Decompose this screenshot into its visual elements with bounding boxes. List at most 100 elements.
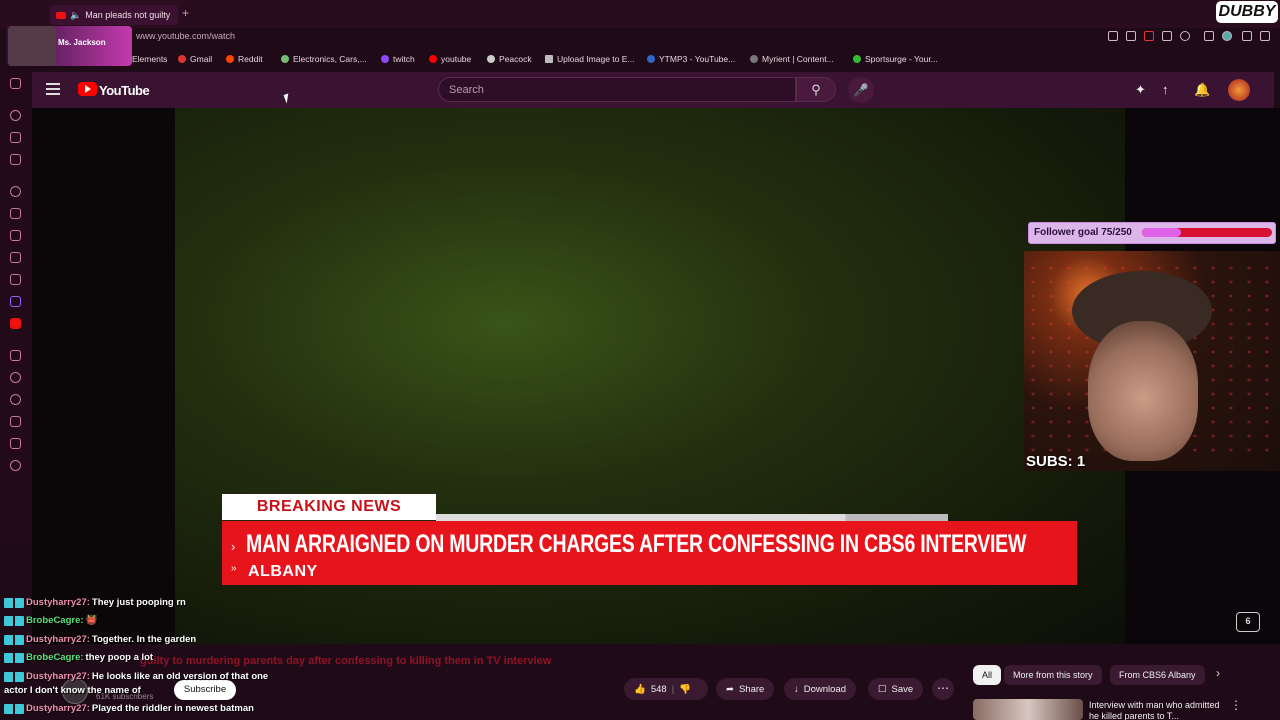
- tiktok-icon[interactable]: [10, 230, 21, 241]
- double-chevron-icon: »: [231, 563, 237, 574]
- chat-message: actor I don't know the name of: [4, 685, 141, 696]
- pocket-icon[interactable]: [1144, 31, 1154, 41]
- bookmark-label: Electronics, Cars,...: [293, 54, 367, 64]
- chat-username: Dustyharry27:: [26, 703, 90, 714]
- chat-message: Dustyharry27: Together. In the garden: [4, 634, 196, 645]
- bookmark-elements[interactable]: Elements: [132, 54, 167, 64]
- voice-search-button[interactable]: 🎤: [848, 77, 874, 103]
- address-bar[interactable]: www.youtube.com/watch: [136, 31, 235, 41]
- subscribe-button[interactable]: Subscribe: [174, 680, 236, 700]
- bookmark-gmail[interactable]: Gmail: [178, 54, 212, 64]
- bookmark-icon: [281, 55, 289, 63]
- account-avatar[interactable]: [1228, 79, 1250, 101]
- twitch-sidebar-icon[interactable]: [10, 208, 21, 219]
- like-count[interactable]: 548: [651, 684, 667, 695]
- bookmark-label: youtube: [441, 54, 472, 64]
- chat-message: Dustyharry27: He looks like an old versi…: [4, 671, 268, 682]
- chat-text: they poop a lot: [85, 652, 154, 663]
- play-icon[interactable]: [1162, 31, 1172, 41]
- bookmark-youtube[interactable]: youtube: [429, 54, 471, 64]
- bookmark-label: twitch: [393, 54, 415, 64]
- grid-icon[interactable]: [10, 350, 21, 361]
- hamburger-menu-icon[interactable]: [46, 83, 60, 95]
- bookmark-reddit[interactable]: Reddit: [226, 54, 263, 64]
- breaking-news-label: BREAKING NEWS: [256, 498, 402, 515]
- chat-text: They just pooping rn: [91, 597, 186, 608]
- save-label: Save: [891, 683, 914, 695]
- bookmark-sportsurge[interactable]: Sportsurge - Your...: [853, 54, 938, 64]
- youtube-favicon-icon: [56, 11, 66, 19]
- recommended-title[interactable]: Interview with man who admitted he kille…: [1089, 700, 1221, 720]
- cbs6-logo: 6: [1236, 612, 1260, 632]
- news-location: ALBANY: [248, 563, 318, 580]
- share-button[interactable]: ➦ Share: [716, 678, 775, 700]
- extensions-icon[interactable]: [1204, 31, 1214, 41]
- chevron-right-icon[interactable]: ›: [1216, 666, 1220, 680]
- notifications-bell-icon[interactable]: 🔔: [1194, 82, 1210, 98]
- heart-sidebar-icon[interactable]: [10, 372, 21, 383]
- upload-icon[interactable]: ↑: [1162, 82, 1169, 97]
- chat-text: 👹: [85, 615, 98, 626]
- chat-text: actor I don't know the name of: [4, 685, 141, 696]
- chip-from-cbs6[interactable]: From CBS6 Albany: [1110, 665, 1205, 685]
- follower-goal-label: Follower goal 75/250: [1034, 227, 1132, 238]
- chat-text: Played the riddler in newest batman: [91, 703, 254, 714]
- chat-username: BrobeCagre:: [26, 615, 84, 626]
- divider: |: [671, 683, 675, 695]
- download-button[interactable]: ↓ Download: [784, 678, 856, 700]
- home-icon[interactable]: [10, 132, 21, 143]
- bookmark-electronics[interactable]: Electronics, Cars,...: [281, 54, 367, 64]
- thumbs-up-icon[interactable]: 👍: [634, 684, 646, 695]
- settings-gear-icon[interactable]: [10, 460, 21, 471]
- more-actions-icon[interactable]: ⋯: [932, 678, 954, 700]
- recommended-menu-icon[interactable]: ⋮: [1230, 698, 1242, 712]
- chat-badge-icon: [4, 652, 24, 663]
- mail-icon[interactable]: [10, 78, 21, 89]
- youtube-wordmark[interactable]: YouTube: [99, 83, 150, 98]
- bookmark-upload-image[interactable]: Upload Image to E...: [545, 54, 635, 64]
- chat-username: Dustyharry27:: [26, 671, 90, 682]
- tabs-icon[interactable]: [1126, 31, 1136, 41]
- bookmark-label: Reddit: [238, 54, 263, 64]
- thumbs-down-icon[interactable]: 👎: [679, 684, 691, 695]
- bookmark-myrient[interactable]: Myrient | Content...: [750, 54, 834, 64]
- youtube-icon: [429, 55, 437, 63]
- create-icon[interactable]: ✦: [1135, 82, 1146, 98]
- bookmark-twitch[interactable]: twitch: [381, 54, 415, 64]
- download-icon[interactable]: [1242, 31, 1252, 41]
- chip-all[interactable]: All: [973, 665, 1002, 685]
- youtube-logo-icon[interactable]: [78, 82, 97, 96]
- downloads-icon[interactable]: [10, 416, 21, 427]
- gmail-sidebar-icon[interactable]: [10, 154, 21, 165]
- refresh-icon[interactable]: [10, 110, 21, 121]
- new-tab-button[interactable]: +: [182, 6, 189, 20]
- bluesky-icon[interactable]: [10, 252, 21, 263]
- chat-text: Together. In the garden: [91, 634, 197, 645]
- peacock-icon: [487, 55, 495, 63]
- youtube-sidebar-icon[interactable]: [10, 318, 21, 329]
- bookmark-peacock[interactable]: Peacock: [487, 54, 532, 64]
- badge-label: Ms. Jackson: [58, 38, 106, 47]
- chip-more-from-story[interactable]: More from this story: [1004, 665, 1102, 685]
- history-icon[interactable]: [10, 394, 21, 405]
- profile-icon[interactable]: [1222, 31, 1232, 41]
- bookmark-label: Sportsurge - Your...: [865, 54, 938, 64]
- bookmark-ytmp3[interactable]: YTMP3 - YouTube...: [647, 54, 735, 64]
- heart-icon[interactable]: [1180, 31, 1190, 41]
- menu-icon[interactable]: [1260, 31, 1270, 41]
- myrient-icon: [750, 55, 758, 63]
- video-title: guilty to murdering parents day after co…: [140, 655, 552, 667]
- discord-icon[interactable]: [10, 274, 21, 285]
- save-button[interactable]: ☐ Save: [868, 678, 924, 700]
- pin-icon[interactable]: [1108, 31, 1118, 41]
- active-tab[interactable]: 🔈 Man pleads not guilty: [50, 5, 178, 25]
- search-icon: ⚲: [811, 82, 821, 97]
- twitch-icon: [381, 55, 389, 63]
- search-input[interactable]: Search: [438, 77, 796, 102]
- extensions-sidebar-icon[interactable]: [10, 438, 21, 449]
- recommended-thumbnail[interactable]: [973, 699, 1083, 720]
- app-icon[interactable]: [10, 296, 21, 307]
- chatgpt-icon[interactable]: [10, 186, 21, 197]
- chat-badge-icon: [4, 597, 24, 608]
- search-button[interactable]: ⚲: [796, 77, 836, 102]
